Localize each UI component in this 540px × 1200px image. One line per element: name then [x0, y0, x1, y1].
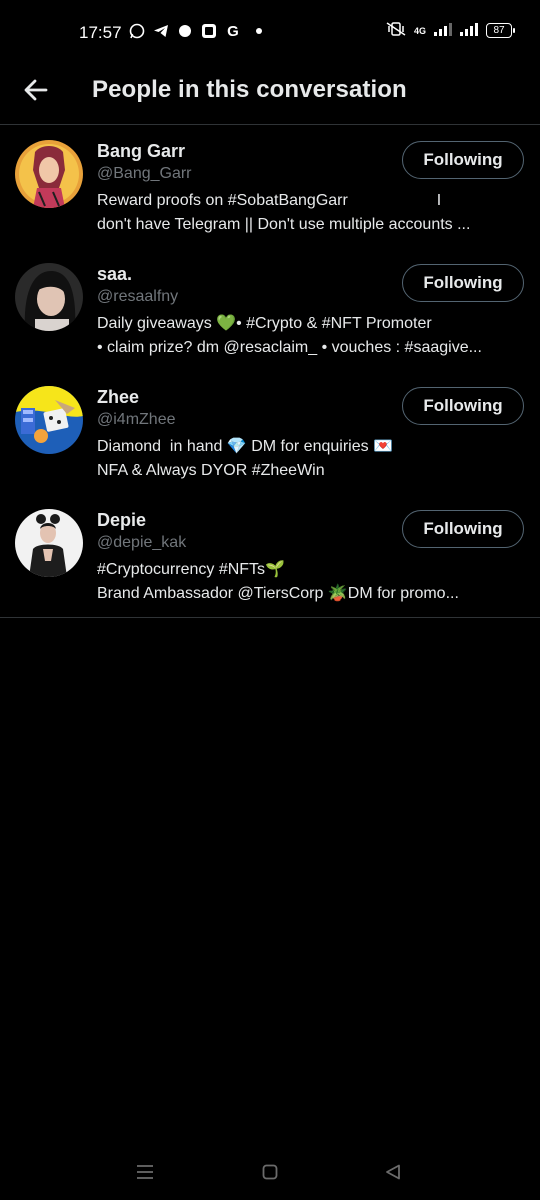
google-icon: G	[227, 22, 239, 40]
user-handle: @resaalfny	[97, 288, 179, 305]
system-nav-bar	[0, 1144, 540, 1200]
bio-line: NFA & Always DYOR #ZheeWin	[97, 462, 325, 479]
back-button[interactable]	[20, 74, 52, 106]
user-handle: @depie_kak	[97, 534, 187, 551]
user-row[interactable]: Zhee @i4mZhee Diamond in hand 💎 DM for e…	[0, 371, 540, 494]
avatar[interactable]	[15, 386, 83, 454]
signal-icon	[434, 22, 452, 39]
user-bio: Diamond in hand 💎 DM for enquiries 💌 NFA…	[97, 435, 525, 483]
user-row[interactable]: saa. @resaalfny Daily giveaways 💚• #Cryp…	[0, 248, 540, 371]
bio-line: don't have Telegram || Don't use multipl…	[97, 216, 471, 233]
user-handle: @Bang_Garr	[97, 165, 192, 182]
menu-icon	[137, 1165, 153, 1179]
following-button[interactable]: Following	[402, 510, 524, 548]
bio-line: Diamond in hand 💎 DM for enquiries 💌	[97, 438, 393, 455]
user-name[interactable]: Zhee	[97, 387, 139, 408]
status-time: 17:57	[79, 23, 122, 42]
recents-button[interactable]	[125, 1152, 165, 1192]
user-bio: Daily giveaways 💚• #Crypto & #NFT Promot…	[97, 312, 525, 360]
status-bar: 17:57 G 4G 87	[0, 0, 540, 66]
user-bio: Reward proofs on #SobatBangGarr I don't …	[97, 189, 525, 237]
home-square-icon	[262, 1164, 278, 1180]
following-button[interactable]: Following	[402, 264, 524, 302]
battery-icon: 87	[486, 23, 515, 38]
following-button[interactable]: Following	[402, 387, 524, 425]
user-name[interactable]: saa.	[97, 264, 132, 285]
page-title: People in this conversation	[92, 76, 407, 103]
back-triangle-icon	[386, 1164, 400, 1180]
user-name[interactable]: Depie	[97, 510, 146, 531]
telegram-icon	[152, 22, 170, 40]
system-icons: 4G 87	[386, 22, 515, 39]
bio-line: #Cryptocurrency #NFTs🌱	[97, 561, 285, 578]
app-icon	[200, 22, 218, 40]
user-row[interactable]: Depie @depie_kak #Cryptocurrency #NFTs🌱 …	[0, 494, 540, 617]
back-nav-button[interactable]	[373, 1152, 413, 1192]
bio-line: • claim prize? dm @resaclaim_ • vouches …	[97, 339, 482, 356]
avatar[interactable]	[15, 263, 83, 331]
people-list: Bang Garr @Bang_Garr Reward proofs on #S…	[0, 125, 540, 618]
signal-icon-2	[460, 22, 478, 39]
arrow-left-icon	[24, 79, 48, 101]
whatsapp-icon	[128, 22, 146, 40]
mute-vibrate-icon	[386, 22, 406, 39]
home-button[interactable]	[250, 1152, 290, 1192]
more-notifications-dot	[256, 28, 262, 34]
user-name[interactable]: Bang Garr	[97, 141, 185, 162]
avatar[interactable]	[15, 509, 83, 577]
notification-icons: G	[128, 22, 262, 40]
avatar[interactable]	[15, 140, 83, 208]
bio-line: Brand Ambassador @TiersCorp 🪴DM for prom…	[97, 585, 459, 602]
user-handle: @i4mZhee	[97, 411, 176, 428]
chat-icon	[176, 22, 194, 40]
bio-line: Reward proofs on #SobatBangGarr I	[97, 192, 442, 209]
user-bio: #Cryptocurrency #NFTs🌱 Brand Ambassador …	[97, 558, 525, 606]
following-button[interactable]: Following	[402, 141, 524, 179]
header: People in this conversation	[0, 66, 540, 125]
bio-line: Daily giveaways 💚• #Crypto & #NFT Promot…	[97, 315, 432, 332]
user-row[interactable]: Bang Garr @Bang_Garr Reward proofs on #S…	[0, 125, 540, 248]
network-type-label: 4G	[413, 25, 426, 36]
